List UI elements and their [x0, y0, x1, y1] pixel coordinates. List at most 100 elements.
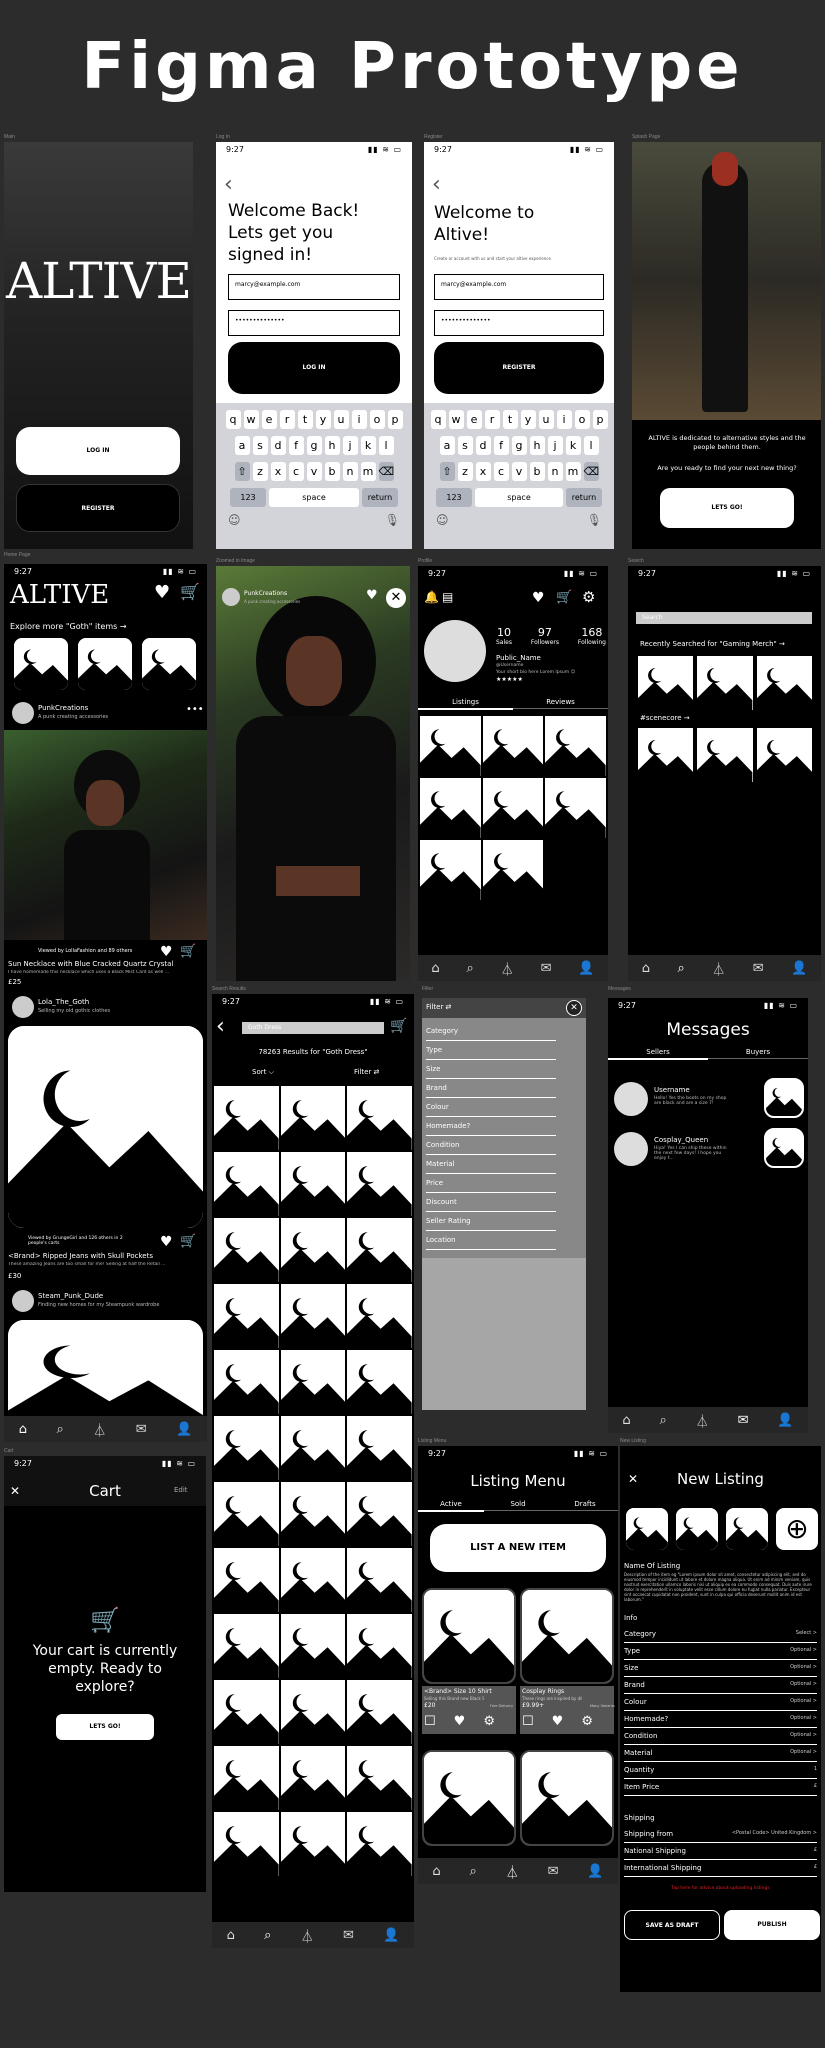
image-placeholder-icon[interactable]: [280, 1812, 346, 1876]
register-submit-button[interactable]: REGISTER: [434, 342, 604, 394]
item-title[interactable]: <Brand> Ripped Jeans with Skull Pockets: [8, 1252, 153, 1260]
add-to-cart-icon[interactable]: 🛒: [180, 1234, 196, 1249]
image-placeholder-icon[interactable]: [6, 1024, 205, 1230]
image-placeholder-icon[interactable]: [420, 778, 481, 838]
form-row[interactable]: Colour Optional >: [624, 1694, 817, 1711]
key-x[interactable]: x: [475, 462, 491, 481]
user-name[interactable]: Lola_The_Goth: [38, 998, 89, 1006]
key-z[interactable]: z: [457, 462, 473, 481]
key-x[interactable]: x: [270, 462, 286, 481]
key-d[interactable]: d: [475, 436, 491, 455]
password-field[interactable]: ••••••••••••••: [434, 310, 604, 336]
messages-icon[interactable]: ✉: [738, 1413, 749, 1428]
sort-button[interactable]: Sort ⌵: [252, 1068, 274, 1077]
tab-reviews[interactable]: Reviews: [513, 698, 608, 709]
heart-icon[interactable]: ♥: [160, 1234, 173, 1250]
image-placeholder-icon[interactable]: [280, 1680, 346, 1744]
tab-active[interactable]: Active: [418, 1500, 484, 1512]
key-n[interactable]: n: [547, 462, 563, 481]
filter-option[interactable]: Location: [426, 1231, 556, 1250]
image-placeholder-icon[interactable]: [347, 1086, 412, 1150]
password-field[interactable]: ••••••••••••••: [228, 310, 400, 336]
search-icon[interactable]: ⌕: [56, 1422, 63, 1437]
key-u[interactable]: u: [333, 410, 349, 429]
filter-option[interactable]: Material: [426, 1155, 556, 1174]
gear-icon[interactable]: ⚙: [581, 1714, 593, 1729]
image-placeholder-icon[interactable]: [347, 1812, 412, 1876]
key-q[interactable]: q: [225, 410, 241, 429]
search-icon[interactable]: ⌕: [467, 961, 474, 976]
home-icon[interactable]: ⌂: [642, 961, 650, 976]
image-placeholder-icon[interactable]: [214, 1284, 279, 1348]
email-field[interactable]: marcy@example.com: [228, 274, 400, 300]
following-count[interactable]: 168: [578, 626, 606, 639]
image-placeholder-icon[interactable]: [280, 1548, 346, 1612]
email-field[interactable]: marcy@example.com: [434, 274, 604, 300]
form-row[interactable]: Material Optional >: [624, 1745, 817, 1762]
cart-go-button[interactable]: LETS GO!: [56, 1714, 154, 1740]
form-row[interactable]: Type Optional >: [624, 1643, 817, 1660]
image-placeholder-icon[interactable]: [520, 1750, 614, 1846]
key-r[interactable]: r: [484, 410, 500, 429]
image-placeholder-icon[interactable]: [764, 1128, 804, 1168]
key-h[interactable]: h: [529, 436, 545, 455]
home-icon[interactable]: ⌂: [622, 1413, 630, 1428]
avatar[interactable]: [614, 1082, 648, 1116]
image-placeholder-icon[interactable]: [724, 1506, 770, 1552]
user-name[interactable]: Steam_Punk_Dude: [38, 1292, 103, 1300]
key-v[interactable]: v: [511, 462, 527, 481]
image-placeholder-icon[interactable]: [756, 728, 812, 782]
cart-icon[interactable]: 🛒: [390, 1018, 407, 1034]
key-i[interactable]: i: [351, 410, 367, 429]
image-placeholder-icon[interactable]: [638, 656, 694, 710]
listing-description[interactable]: Description of the item eg "Lorem ipsum …: [624, 1572, 816, 1604]
hanger-icon[interactable]: ⏃: [712, 959, 725, 978]
messages-icon[interactable]: ✉: [343, 1928, 354, 1943]
image-placeholder-icon[interactable]: [214, 1482, 279, 1546]
user-name[interactable]: PunkCreations: [244, 590, 287, 597]
filter-option[interactable]: Colour: [426, 1098, 556, 1117]
filter-option[interactable]: Category: [426, 1022, 556, 1041]
home-icon[interactable]: ⌂: [431, 961, 439, 976]
image-placeholder-icon[interactable]: [214, 1086, 279, 1150]
key-l[interactable]: l: [378, 436, 394, 455]
profile-icon[interactable]: 👤: [176, 1422, 192, 1437]
key-q[interactable]: q: [430, 410, 446, 429]
key-i[interactable]: i: [556, 410, 572, 429]
image-placeholder-icon[interactable]: [624, 1506, 670, 1552]
tab-sold[interactable]: Sold: [484, 1500, 552, 1511]
message-user[interactable]: Username: [654, 1086, 690, 1094]
form-row[interactable]: Item Price £: [624, 1779, 817, 1796]
filter-button[interactable]: Filter ⇄: [354, 1068, 379, 1076]
image-placeholder-icon[interactable]: [280, 1482, 346, 1546]
home-icon[interactable]: ⌂: [432, 1864, 440, 1879]
image-placeholder-icon[interactable]: [422, 1588, 516, 1684]
user-name[interactable]: PunkCreations: [38, 704, 88, 712]
image-placeholder-icon[interactable]: [482, 716, 544, 776]
filter-option[interactable]: Condition: [426, 1136, 556, 1155]
followers-count[interactable]: 97: [531, 626, 559, 639]
form-row[interactable]: Shipping from <Postal Code> United Kingdo…: [624, 1826, 817, 1843]
filter-option[interactable]: Price: [426, 1174, 556, 1193]
image-placeholder-icon[interactable]: [214, 1152, 279, 1216]
image-placeholder-icon[interactable]: [280, 1086, 346, 1150]
mic-icon[interactable]: 🎙: [385, 513, 400, 527]
save-draft-button[interactable]: SAVE AS DRAFT: [624, 1910, 720, 1940]
form-row[interactable]: International Shipping £: [624, 1860, 817, 1877]
key-f[interactable]: f: [288, 436, 304, 455]
back-chevron-icon[interactable]: ‹: [432, 172, 441, 197]
search-input[interactable]: Search: [636, 612, 812, 624]
hanger-icon[interactable]: ⏃: [506, 1862, 519, 1881]
image-placeholder-icon[interactable]: [280, 1746, 346, 1810]
image-placeholder-icon[interactable]: [422, 1750, 516, 1846]
key-g[interactable]: g: [511, 436, 527, 455]
image-placeholder-icon[interactable]: [347, 1482, 412, 1546]
search-icon[interactable]: ⌕: [660, 1413, 667, 1428]
search-icon[interactable]: ⌕: [264, 1928, 271, 1943]
register-button[interactable]: REGISTER: [16, 484, 180, 532]
back-chevron-icon[interactable]: ‹: [224, 172, 233, 197]
tab-drafts[interactable]: Drafts: [552, 1500, 618, 1511]
form-row[interactable]: Category Select >: [624, 1626, 817, 1643]
key-s[interactable]: s: [252, 436, 268, 455]
image-placeholder-icon[interactable]: [140, 636, 198, 692]
